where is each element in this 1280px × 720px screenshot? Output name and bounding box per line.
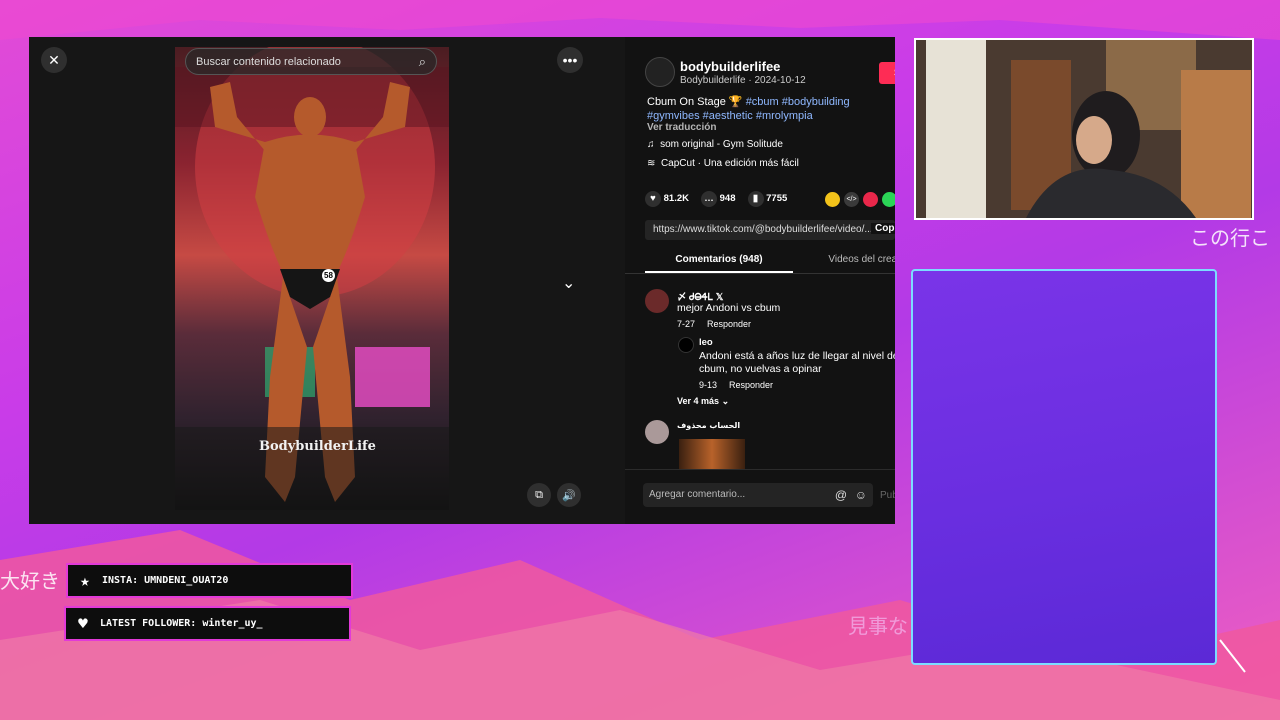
webcam-feed bbox=[914, 38, 1254, 220]
jp-text-left: 大好き bbox=[0, 569, 60, 593]
comment-text: mejor Andoni vs cbum bbox=[677, 302, 781, 314]
tiktok-window: ✕ ••• 58 BodybuilderLife Buscar contenid… bbox=[29, 37, 895, 524]
embed-icon[interactable]: </> bbox=[844, 192, 859, 207]
jp-text-right-top: この行こ bbox=[1190, 226, 1270, 250]
comment2-avatar[interactable] bbox=[645, 420, 669, 444]
overlay-panel bbox=[911, 269, 1217, 665]
capcut-icon: ≋ bbox=[647, 158, 656, 169]
comment-icon: … bbox=[701, 191, 717, 207]
comment-date: 7-27 bbox=[677, 319, 696, 329]
close-button[interactable]: ✕ bbox=[41, 47, 67, 73]
save-count: 7755 bbox=[766, 193, 788, 204]
volume-button[interactable]: 🔊 bbox=[557, 483, 581, 507]
mention-icon[interactable]: @ bbox=[835, 483, 847, 507]
post-comment-button[interactable]: Publicar bbox=[880, 490, 895, 501]
number-badge: 58 bbox=[322, 269, 335, 282]
more-icon: ••• bbox=[562, 52, 578, 68]
comment-count: 948 bbox=[719, 193, 736, 204]
whatsapp-icon[interactable] bbox=[882, 192, 895, 207]
more-options-button[interactable]: ••• bbox=[557, 47, 583, 73]
follower-label: LATEST FOLLOWER: winter_uy_ bbox=[100, 618, 263, 629]
emoji-icon[interactable]: ☺ bbox=[855, 483, 867, 507]
comment-input[interactable]: Agregar comentario... @ ☺ bbox=[643, 483, 873, 507]
reply-avatar[interactable] bbox=[678, 337, 694, 353]
search-input[interactable]: Buscar contenido relacionado ⌕ bbox=[185, 48, 437, 75]
reply-text: Andoni está a años luz de llegar al nive… bbox=[699, 350, 895, 375]
heart-icon: ♥ bbox=[78, 614, 88, 633]
view-more-replies[interactable]: Ver 4 más ⌄ bbox=[677, 396, 729, 407]
webcam-image bbox=[916, 40, 1252, 218]
comments-divider bbox=[625, 469, 895, 470]
translate-link[interactable]: Ver traducción bbox=[647, 122, 716, 133]
chevron-down-icon: ⌄ bbox=[562, 275, 576, 292]
bookmark-icon: ▮ bbox=[747, 191, 764, 207]
volume-icon: 🔊 bbox=[562, 489, 576, 502]
url-bar: https://www.tiktok.com/@bodybuilderlifee… bbox=[645, 220, 895, 240]
comment-button[interactable]: … 948 bbox=[701, 191, 736, 207]
comment-avatar[interactable] bbox=[645, 289, 669, 313]
caption-text: Cbum On Stage 🏆 bbox=[647, 96, 746, 108]
share-icons: </> bbox=[825, 192, 895, 207]
pip-button[interactable]: ⧉ bbox=[527, 483, 551, 507]
comment2-image[interactable] bbox=[679, 439, 745, 469]
music-row[interactable]: ♫ som original - Gym Solitude bbox=[647, 139, 783, 150]
pip-icon: ⧉ bbox=[535, 488, 543, 501]
avatar[interactable] bbox=[645, 57, 675, 87]
insta-banner: ★ INSTA: UMNDENI_OUAT20 bbox=[66, 563, 353, 598]
post-caption: Cbum On Stage 🏆 #cbum #bodybuilding #gym… bbox=[647, 95, 892, 123]
music-icon: ♫ bbox=[647, 139, 655, 150]
star-icon: ★ bbox=[80, 571, 90, 590]
search-icon: ⌕ bbox=[418, 54, 426, 69]
stats-row: ♥ 81.2K … 948 ▮ 7755 bbox=[645, 191, 787, 207]
search-placeholder: Buscar contenido relacionado bbox=[196, 55, 341, 68]
tab-divider bbox=[625, 273, 895, 274]
heart-icon: ♥ bbox=[645, 191, 661, 207]
comment2-user[interactable]: الحساب محذوف bbox=[677, 421, 740, 430]
capcut-row[interactable]: ≋ CapCut · Una edición más fácil bbox=[647, 158, 799, 169]
follow-button[interactable]: Seguir bbox=[879, 62, 895, 84]
music-label: som original - Gym Solitude bbox=[660, 139, 783, 150]
jp-text-right-mid: 見事な bbox=[848, 614, 908, 638]
comment-placeholder: Agregar comentario... bbox=[649, 489, 746, 500]
next-video-button[interactable]: ⌄ bbox=[562, 273, 575, 293]
share-gold-icon[interactable] bbox=[825, 192, 840, 207]
post-details-panel: bodybuilderlifee Bodybuilderlife · 2024-… bbox=[625, 37, 895, 524]
like-count: 81.2K bbox=[663, 193, 689, 204]
reply-date: 9-13 bbox=[699, 380, 718, 390]
video-area: ✕ ••• 58 BodybuilderLife Buscar contenid… bbox=[29, 37, 625, 524]
close-icon: ✕ bbox=[48, 51, 60, 68]
reply-button[interactable]: Responder bbox=[707, 319, 751, 329]
follower-banner: ♥ LATEST FOLLOWER: winter_uy_ bbox=[64, 606, 351, 641]
like-button[interactable]: ♥ 81.2K bbox=[645, 191, 689, 207]
reply-user[interactable]: leo bbox=[699, 337, 713, 348]
reply-reply-button[interactable]: Responder bbox=[729, 380, 773, 390]
post-username[interactable]: bodybuilderlifee bbox=[680, 59, 780, 74]
post-subline: Bodybuilderlife · 2024-10-12 bbox=[680, 75, 806, 86]
capcut-label: CapCut · Una edición más fácil bbox=[660, 158, 799, 169]
view-more-label: Ver 4 más bbox=[677, 396, 720, 406]
send-icon[interactable] bbox=[863, 192, 878, 207]
tab-creator-videos[interactable]: Videos del creador bbox=[795, 254, 895, 265]
insta-label: INSTA: UMNDENI_OUAT20 bbox=[102, 575, 229, 586]
chevron-down-icon: ⌄ bbox=[721, 396, 730, 406]
video-watermark: BodybuilderLife bbox=[259, 439, 376, 454]
video-player[interactable]: 58 BodybuilderLife bbox=[175, 47, 449, 510]
copy-link-button[interactable]: Copiar enlace bbox=[871, 223, 895, 234]
video-url[interactable]: https://www.tiktok.com/@bodybuilderlifee… bbox=[645, 224, 873, 235]
save-button[interactable]: ▮ 7755 bbox=[747, 191, 788, 207]
comment-user[interactable]: 〆 ᏧᎾᏎᏞ 𝕏 bbox=[677, 289, 723, 303]
tab-comments[interactable]: Comentarios (948) bbox=[645, 254, 793, 273]
